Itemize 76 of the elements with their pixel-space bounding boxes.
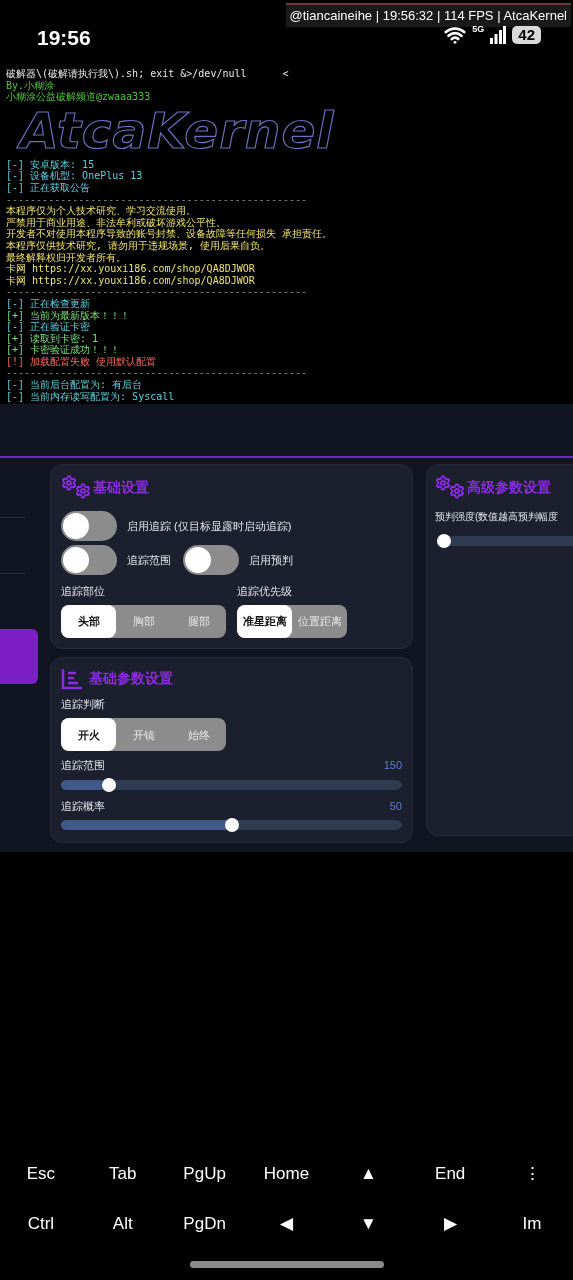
terminal-line: [-] 安卓版本: 15 (6, 158, 95, 171)
sidebar-item[interactable] (0, 629, 38, 685)
extra-key[interactable]: Im (491, 1211, 573, 1237)
terminal-line: [+] 卡密验证成功！！！ (6, 344, 121, 356)
toggle-label: 启用预判 (249, 553, 293, 568)
terminal-line: [-] 正在验证卡密 (6, 321, 91, 333)
gears-icon (435, 475, 465, 500)
battery-indicator: 42 (512, 26, 541, 44)
terminal-line: [-] 正在获取公告 (6, 181, 91, 194)
terminal-line: [-] 当前内存读写配置为: Syscall (6, 390, 175, 403)
slider-thumb[interactable] (224, 818, 239, 833)
list-icon (61, 667, 83, 690)
extra-key[interactable]: ◀ (245, 1211, 328, 1237)
extra-key[interactable]: ▼ (327, 1211, 410, 1237)
group-label: 追踪部位 (61, 584, 106, 600)
divider-line: -------------------------------------------------- (6, 286, 308, 298)
extra-key[interactable]: ▲ (327, 1161, 410, 1187)
slider-track[interactable] (61, 777, 402, 792)
extra-key[interactable]: End (409, 1161, 492, 1187)
terminal-line: [-] 当前后台配置为: 有后台 (6, 379, 143, 391)
extra-key[interactable]: PgUp (163, 1161, 246, 1187)
terminal-line: [-] 设备机型: OnePlus 13 (6, 170, 143, 182)
extra-key[interactable]: PgDn (163, 1211, 246, 1237)
terminal-line: 小糊涂公益破解频道@zwaaa333 (6, 91, 151, 103)
extra-key[interactable]: Alt (81, 1211, 164, 1237)
card-title: 基础设置 (93, 477, 149, 497)
slider-label: 追踪概率 (61, 798, 105, 814)
segment-option[interactable]: 准星距离 (237, 604, 292, 638)
slider-fill (61, 779, 104, 790)
slider-thumb[interactable] (437, 534, 451, 549)
slider-label: 追踪范围 (61, 758, 105, 774)
slider-value: 150 (383, 758, 402, 774)
slider-thumb[interactable] (101, 777, 116, 792)
group-label: 追踪优先级 (237, 584, 293, 600)
terminal-line: 卡网 https://xx.youxi186.com/shop/QA8DJWOR (6, 263, 255, 275)
extra-key[interactable]: Tab (81, 1161, 164, 1187)
toggle-switch[interactable] (61, 545, 117, 576)
group-label: 追踪判断 (61, 696, 106, 712)
toggle-label: 追踪范围 (127, 553, 171, 568)
toggle-label: 启用追踪 (仅目标显露时启动追踪) (127, 519, 292, 534)
ascii-logo: AtcaKernel (6, 102, 335, 159)
fps-overlay: @tiancaineihe | 19:56:32 | 114 FPS | AtcaKernel (285, 3, 571, 27)
terminal-line: [-] 正在检查更新 (6, 297, 91, 310)
slider-track[interactable] (437, 534, 573, 549)
terminal-line: [+] 读取到卡密: 1 (6, 332, 99, 345)
terminal-line: 最终解释权归开发者所有。 (6, 251, 126, 263)
cursor-mark: < (282, 68, 289, 80)
terminal-line: 卡网 https://xx.youxi186.com/shop/QA8DJWOR (6, 274, 255, 287)
segment-option[interactable]: 开火 (61, 718, 116, 752)
terminal-line: [!] 加载配置失败 使用默认配置 (6, 355, 157, 368)
slider-label: 预判强度(数值越高预判幅度 (435, 510, 560, 525)
segment-option[interactable]: 头部 (61, 604, 116, 638)
toggle-switch[interactable] (61, 511, 117, 542)
slider-value: 50 (389, 798, 402, 814)
wifi-icon (444, 24, 467, 46)
terminal-line: 开发者不对使用本程序导致的账号封禁、设备故障等任何损失 承担责任。 (6, 228, 333, 240)
slider-track[interactable] (61, 818, 402, 833)
terminal-line: 破解器\(破解请执行我\).sh; exit &>/dev/null (6, 68, 247, 80)
divider-line: -------------------------------------------------- (6, 193, 308, 205)
extra-key[interactable]: Ctrl (0, 1211, 82, 1237)
terminal-line: [+] 当前为最新版本！！！ (6, 309, 131, 321)
extra-key[interactable]: ▶ (409, 1211, 492, 1237)
extra-key[interactable]: ⋮ (491, 1161, 573, 1187)
terminal-line: 本程序仅为个人技术研究、学习交流使用。 (6, 205, 196, 217)
gears-icon (61, 475, 91, 500)
terminal-line: 本程序仅供技术研究, 请勿用于违规场景, 使用后果自负。 (6, 239, 271, 252)
extra-key[interactable]: Home (245, 1161, 328, 1187)
clock-time: 19:56 (37, 25, 91, 51)
signal-icon (490, 26, 507, 44)
toggle-switch[interactable] (183, 545, 239, 576)
card-title: 高级参数设置 (467, 477, 551, 497)
divider-line: -------------------------------------------------- (6, 367, 308, 380)
terminal-line: By.小糊涂 (6, 79, 55, 92)
card-title: 基础参数设置 (89, 669, 173, 689)
terminal-line: 严禁用于商业用途、非法牟利或破坏游戏公平性。 (6, 216, 226, 229)
extra-key[interactable]: Esc (0, 1161, 82, 1187)
